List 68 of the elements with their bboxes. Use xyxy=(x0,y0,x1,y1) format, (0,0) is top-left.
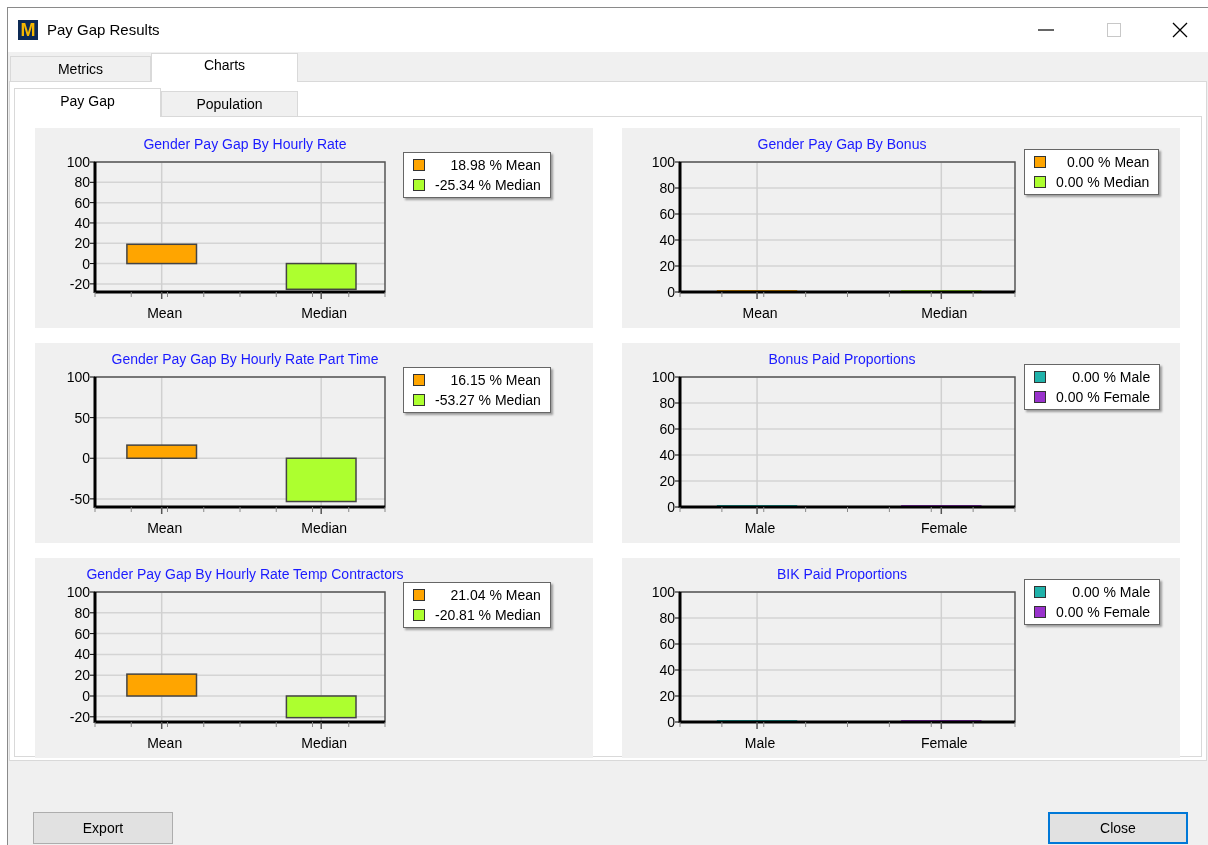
axis-tick-label: 80 xyxy=(74,604,90,621)
category-label: Male xyxy=(744,520,776,536)
category-label: Male xyxy=(744,735,776,751)
axis-tick-label: 0 xyxy=(667,284,675,300)
chart-title: BIK Paid Proportions xyxy=(777,565,907,584)
axis-tick-label: 20 xyxy=(659,258,675,274)
app-logo: M xyxy=(18,20,38,40)
axis-tick-label: 20 xyxy=(659,473,675,489)
axis-tick-label: 100 xyxy=(651,369,675,385)
axis-tick-label: 100 xyxy=(66,154,90,170)
axis-tick-label: 80 xyxy=(659,180,675,196)
axis-tick-label: 80 xyxy=(74,174,90,191)
legend-label: -53.27 % Median xyxy=(435,390,541,410)
axis-tick-label: 60 xyxy=(659,421,675,437)
axis-tick-label: 60 xyxy=(74,194,90,211)
axis-tick-label: 20 xyxy=(74,667,90,684)
axis-tick-label: -50 xyxy=(69,490,90,507)
axis-tick-label: -20 xyxy=(69,708,90,725)
axis-tick-label: 0 xyxy=(667,714,675,730)
axis-tick-label: 100 xyxy=(651,584,675,600)
chart-title: Bonus Paid Proportions xyxy=(768,350,916,369)
category-label: Mean xyxy=(742,305,778,321)
category-label: Female xyxy=(920,520,968,536)
chart-title: Gender Pay Gap By Hourly Rate xyxy=(143,135,347,154)
chart-title: Gender Pay Gap By Bonus xyxy=(757,135,927,154)
axis-tick-label: 20 xyxy=(659,688,675,704)
chart-title: Gender Pay Gap By Hourly Rate Part Time xyxy=(111,350,379,369)
axis-tick-label: 0 xyxy=(82,255,90,272)
legend-label: 0.00 % Female xyxy=(1056,387,1151,407)
axis-tick-label: 60 xyxy=(659,206,675,222)
axis-tick-label: 100 xyxy=(66,584,90,600)
category-label: Mean xyxy=(147,520,183,536)
category-label: Median xyxy=(301,305,348,321)
category-label: Median xyxy=(301,735,348,751)
axis-tick-label: 60 xyxy=(659,636,675,652)
legend-label: 0.00 % Median xyxy=(1056,172,1150,192)
axis-tick-label: 60 xyxy=(74,625,90,642)
legend-label: -20.81 % Median xyxy=(435,605,541,625)
legend-label: 0.00 % Male xyxy=(1071,367,1151,387)
legend-label: 0.00 % Male xyxy=(1071,582,1151,602)
axis-tick-label: 0 xyxy=(82,450,90,467)
axis-tick-label: 40 xyxy=(74,646,90,663)
axis-tick-label: 80 xyxy=(659,610,675,626)
axis-tick-label: 40 xyxy=(74,214,90,231)
window-title: Pay Gap Results xyxy=(47,19,160,40)
axis-tick-label: 50 xyxy=(74,409,90,426)
legend-label: 21.04 % Mean xyxy=(449,585,541,605)
axis-tick-label: 40 xyxy=(659,662,675,678)
legend-label: -25.34 % Median xyxy=(435,175,541,195)
axis-tick-label: 0 xyxy=(82,688,90,704)
category-label: Median xyxy=(921,305,968,321)
legend-label: 0.00 % Female xyxy=(1056,602,1151,622)
axis-tick-label: 40 xyxy=(659,232,675,248)
category-label: Mean xyxy=(147,735,183,751)
legend-label: 0.00 % Mean xyxy=(1065,152,1150,172)
legend-label: 16.15 % Mean xyxy=(449,370,541,390)
category-label: Female xyxy=(920,735,968,751)
axis-tick-label: 0 xyxy=(667,499,675,515)
axis-tick-label: 100 xyxy=(651,154,675,170)
axis-tick-label: -20 xyxy=(69,275,90,292)
chart-title: Gender Pay Gap By Hourly Rate Temp Contractors xyxy=(86,565,404,584)
category-label: Mean xyxy=(147,305,183,321)
axis-tick-label: 40 xyxy=(659,447,675,463)
legend-label: 18.98 % Mean xyxy=(449,155,541,175)
axis-tick-label: 20 xyxy=(74,235,90,252)
category-label: Median xyxy=(301,520,348,536)
axis-tick-label: 100 xyxy=(66,369,90,385)
axis-tick-label: 80 xyxy=(659,395,675,411)
